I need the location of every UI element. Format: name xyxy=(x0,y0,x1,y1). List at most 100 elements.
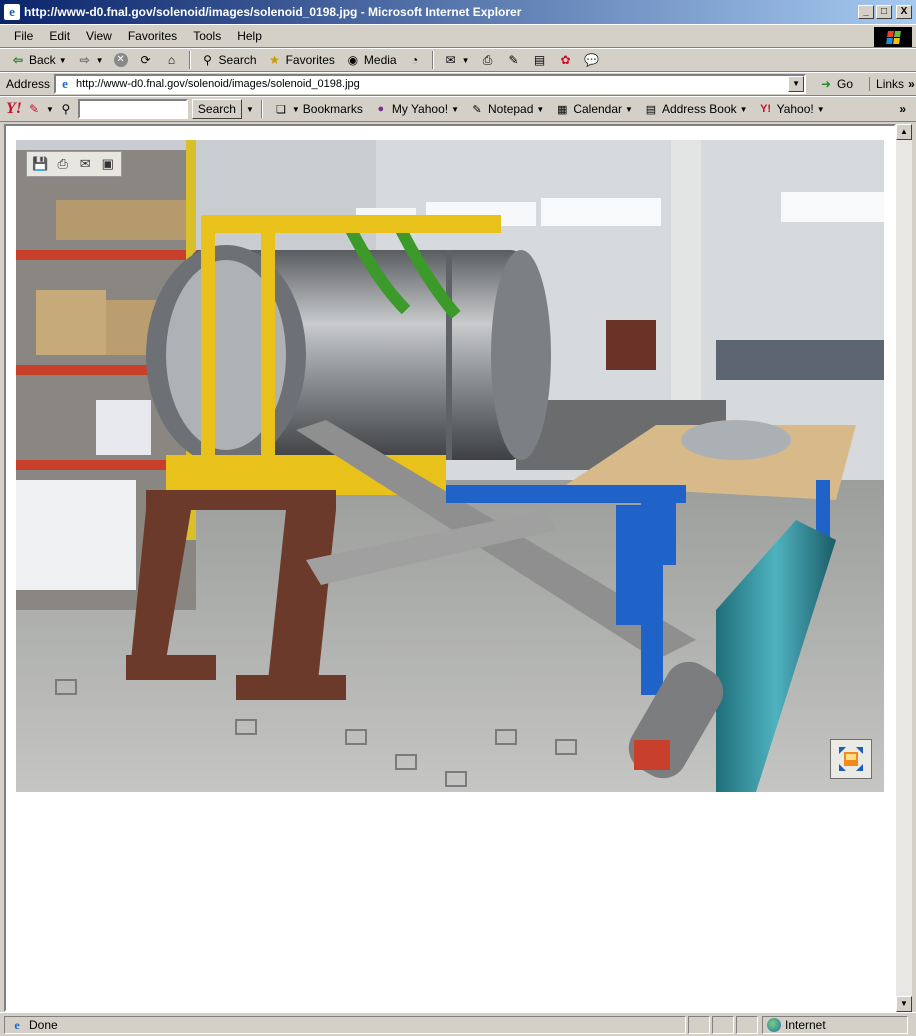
yahoo-logo[interactable]: Y! xyxy=(6,100,22,118)
menu-favorites[interactable]: Favorites xyxy=(120,29,185,43)
edit-page-icon: ✎ xyxy=(508,53,519,67)
my-pictures-icon[interactable]: ▣ xyxy=(100,156,116,172)
globe-icon xyxy=(767,1017,781,1032)
title-bar: e http://www-d0.fnal.gov/solenoid/images… xyxy=(0,0,916,24)
forward-arrow-icon: ⇨ xyxy=(79,53,90,67)
history-icon: ◔ xyxy=(410,53,419,67)
security-zone: Internet xyxy=(762,1015,908,1034)
menu-help[interactable]: Help xyxy=(229,29,270,43)
chevron-right-icon[interactable]: » xyxy=(899,102,906,116)
home-button[interactable]: ⌂ xyxy=(160,50,184,70)
windows-logo-icon xyxy=(874,27,912,47)
notepad-dropdown-icon[interactable]: ▼ xyxy=(536,105,544,114)
links-button[interactable]: Links xyxy=(869,77,904,91)
yahoo-toolbar: Y! ✎ ▼ ⚲ Search ▼ ❏ ▼ Bookmarks ● My Yah… xyxy=(0,96,916,122)
yahoo-search-button[interactable]: Search xyxy=(191,99,242,119)
pencil-dropdown-icon[interactable]: ▼ xyxy=(46,105,54,114)
yahoo-item-notepad[interactable]: ✎ Notepad ▼ xyxy=(466,101,547,117)
mail-button[interactable]: ✉ ▼ xyxy=(439,50,474,70)
address-url[interactable]: http://www-d0.fnal.gov/solenoid/images/s… xyxy=(76,78,360,90)
chevron-right-icon[interactable]: » xyxy=(908,77,915,91)
edit-button[interactable]: ✎ xyxy=(502,50,526,70)
print-button[interactable]: ⎙ xyxy=(476,50,500,70)
save-image-icon[interactable]: 💾 xyxy=(32,156,48,172)
maximize-button[interactable]: □ xyxy=(876,5,892,19)
media-button[interactable]: ◉ Media xyxy=(341,50,401,70)
home-icon: ⌂ xyxy=(167,53,176,67)
yahoo-search-dropdown-icon[interactable]: ▼ xyxy=(246,105,254,114)
menu-file[interactable]: File xyxy=(6,29,41,43)
discuss-button[interactable]: ▤ xyxy=(528,50,552,70)
scroll-up-icon[interactable]: ▲ xyxy=(896,124,912,140)
menu-view[interactable]: View xyxy=(78,29,120,43)
stop-button[interactable]: ✕ xyxy=(110,50,132,70)
address-book-icon: ▤ xyxy=(645,103,657,116)
print-icon: ⎙ xyxy=(482,53,493,67)
yahoo-item-label: Bookmarks xyxy=(302,102,363,116)
menu-bar: File Edit View Favorites Tools Help xyxy=(0,24,916,48)
solenoid-photo xyxy=(16,140,884,792)
my-yahoo-dropdown-icon[interactable]: ▼ xyxy=(451,105,459,114)
my-yahoo-icon: ● xyxy=(377,103,385,115)
search-button[interactable]: ⚲ Search xyxy=(196,50,261,70)
scroll-down-icon[interactable]: ▼ xyxy=(896,996,912,1012)
yahoo-item-yahoo[interactable]: Y! Yahoo! ▼ xyxy=(755,101,828,117)
go-label: Go xyxy=(837,77,854,91)
favorites-label: Favorites xyxy=(285,53,335,67)
back-dropdown-icon[interactable]: ▼ xyxy=(59,56,67,65)
expand-image-button[interactable] xyxy=(830,739,872,779)
refresh-button[interactable]: ⟳ xyxy=(134,50,158,70)
toolbar-separator xyxy=(188,51,191,69)
ie-logo-icon: e xyxy=(4,4,20,20)
yahoo-dropdown-icon[interactable]: ▼ xyxy=(817,105,825,114)
back-label: Back xyxy=(29,53,56,67)
yahoo-item-bookmarks[interactable]: ❏ ▼ Bookmarks xyxy=(270,101,366,117)
vertical-scrollbar[interactable]: ▲ ▼ xyxy=(896,124,912,1012)
yahoo-item-address-book[interactable]: ▤ Address Book ▼ xyxy=(640,101,751,117)
image-toolbar: 💾 ⎙ ✉ ▣ xyxy=(26,151,122,177)
toolbar-separator xyxy=(431,51,434,69)
back-button[interactable]: ⇦ Back ▼ xyxy=(6,50,71,70)
history-button[interactable]: ◔ xyxy=(403,50,427,70)
zone-text: Internet xyxy=(785,1017,826,1032)
yahoo-icon: Y! xyxy=(760,103,772,115)
pencil-icon[interactable]: ✎ xyxy=(26,101,42,117)
forward-button[interactable]: ⇨ ▼ xyxy=(73,50,108,70)
email-image-icon[interactable]: ✉ xyxy=(77,156,93,172)
window-title: http://www-d0.fnal.gov/solenoid/images/s… xyxy=(24,5,522,19)
refresh-icon: ⟳ xyxy=(140,53,151,67)
address-bar: Address e http://www-d0.fnal.gov/solenoi… xyxy=(0,72,916,96)
address-dropdown-icon[interactable]: ▼ xyxy=(788,76,805,92)
forward-dropdown-icon[interactable]: ▼ xyxy=(96,56,104,65)
messenger-button[interactable]: ✿ xyxy=(554,50,578,70)
yahoo-item-label: Address Book xyxy=(661,102,737,116)
messenger-icon: ✿ xyxy=(560,53,571,67)
status-main: e Done xyxy=(4,1015,686,1034)
print-image-icon[interactable]: ⎙ xyxy=(55,156,71,172)
chat-button[interactable]: 💬 xyxy=(580,50,604,70)
calendar-icon: ▦ xyxy=(557,103,568,116)
mail-dropdown-icon[interactable]: ▼ xyxy=(462,56,470,65)
status-panel xyxy=(688,1015,710,1034)
calendar-dropdown-icon[interactable]: ▼ xyxy=(625,105,633,114)
menu-edit[interactable]: Edit xyxy=(41,29,78,43)
address-input[interactable]: e http://www-d0.fnal.gov/solenoid/images… xyxy=(54,74,807,94)
standard-toolbar: ⇦ Back ▼ ⇨ ▼ ✕ ⟳ ⌂ ⚲ Search ★ Favorites … xyxy=(0,48,916,72)
expand-arrows-icon xyxy=(839,747,863,771)
address-label: Address xyxy=(6,77,51,91)
stop-icon: ✕ xyxy=(113,53,128,67)
bookmarks-dropdown-icon: ▼ xyxy=(291,104,300,114)
yahoo-item-my-yahoo[interactable]: ● My Yahoo! ▼ xyxy=(370,101,462,117)
yahoo-search-input[interactable] xyxy=(77,99,188,119)
back-arrow-icon: ⇦ xyxy=(12,53,24,67)
mail-icon: ✉ xyxy=(445,53,456,67)
close-button[interactable]: X xyxy=(896,5,912,19)
favorites-button[interactable]: ★ Favorites xyxy=(263,50,339,70)
yahoo-item-calendar[interactable]: ▦ Calendar ▼ xyxy=(551,101,636,117)
go-arrow-icon: ➜ xyxy=(821,77,832,91)
status-panel xyxy=(712,1015,734,1034)
menu-tools[interactable]: Tools xyxy=(185,29,229,43)
address-book-dropdown-icon[interactable]: ▼ xyxy=(740,105,748,114)
minimize-button[interactable]: _ xyxy=(858,5,874,19)
go-button[interactable]: ➜ Go xyxy=(812,76,859,92)
